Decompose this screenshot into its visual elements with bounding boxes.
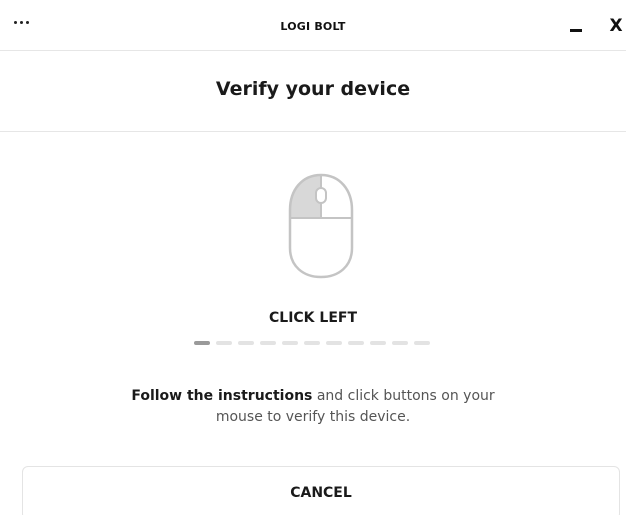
- instruction-label: CLICK LEFT: [269, 310, 357, 326]
- instructions-line-1: Follow the instructions and click button…: [0, 386, 626, 407]
- progress-step: [392, 341, 408, 345]
- progress-step: [260, 341, 276, 345]
- page-title: Verify your device: [215, 78, 411, 100]
- app-title: LOGI BOLT: [280, 20, 346, 33]
- progress-step: [348, 341, 364, 345]
- mouse-left-click-icon: [288, 173, 354, 279]
- page-header: Verify your device: [0, 51, 626, 132]
- minimize-icon[interactable]: [566, 16, 586, 36]
- mouse-illustration: [283, 170, 359, 282]
- progress-step: [282, 341, 298, 345]
- progress-step: [370, 341, 386, 345]
- progress-step-active: [194, 341, 210, 345]
- progress-step: [304, 341, 320, 345]
- instructions-text: Follow the instructions and click button…: [0, 386, 626, 428]
- logi-bolt-window: LOGI BOLT X Verify your device CLICK LEF…: [0, 0, 626, 515]
- progress-step: [414, 341, 430, 345]
- progress-step: [216, 341, 232, 345]
- title-bar: LOGI BOLT X: [0, 0, 626, 51]
- instructions-line-2: mouse to verify this device.: [215, 409, 411, 425]
- progress-step: [238, 341, 254, 345]
- progress-step: [326, 341, 342, 345]
- instructions-rest: and click buttons on your: [312, 388, 495, 404]
- cancel-button[interactable]: CANCEL: [22, 466, 620, 515]
- progress-indicator: [194, 341, 430, 345]
- mouse-scroll-wheel: [315, 187, 327, 204]
- close-icon[interactable]: X: [606, 16, 626, 36]
- instructions-bold: Follow the instructions: [131, 388, 313, 404]
